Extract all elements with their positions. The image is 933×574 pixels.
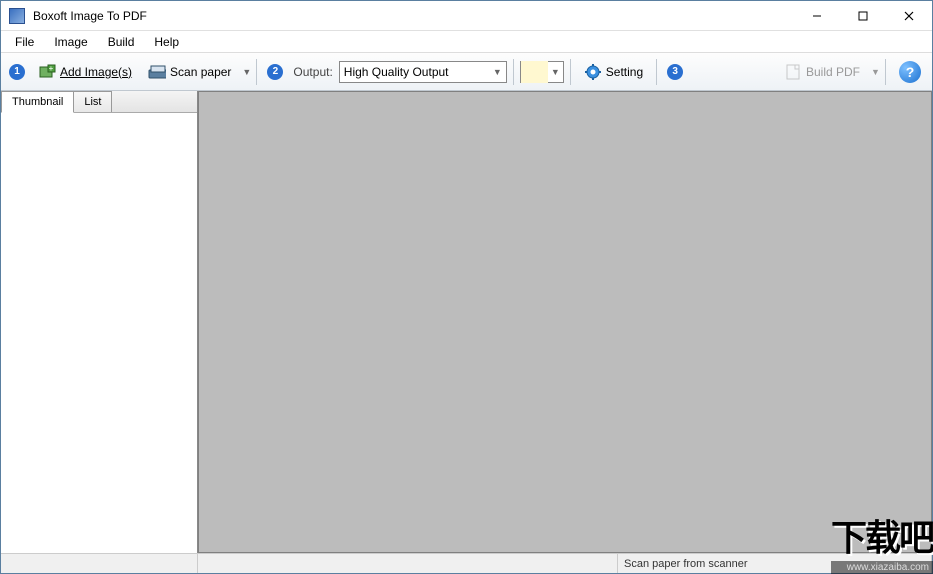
- output-value: High Quality Output: [344, 65, 493, 79]
- step-3-badge: 3: [667, 64, 683, 80]
- tab-strip: Thumbnail List: [1, 91, 197, 113]
- add-images-icon: +: [38, 63, 56, 81]
- gear-icon: [584, 63, 602, 81]
- title-bar: Boxoft Image To PDF: [1, 1, 932, 31]
- menu-image[interactable]: Image: [44, 33, 97, 51]
- window-title: Boxoft Image To PDF: [33, 9, 794, 23]
- svg-text:+: +: [49, 64, 54, 73]
- preview-area: [198, 91, 932, 553]
- scan-paper-button[interactable]: Scan paper: [141, 58, 238, 86]
- scan-paper-label: Scan paper: [170, 65, 231, 79]
- setting-button[interactable]: Setting: [577, 58, 650, 86]
- page-color-picker[interactable]: ▼: [520, 61, 564, 83]
- tab-list[interactable]: List: [73, 91, 112, 112]
- build-pdf-label: Build PDF: [806, 65, 860, 79]
- pdf-icon: [784, 63, 802, 81]
- close-button[interactable]: [886, 1, 932, 31]
- help-button[interactable]: ?: [892, 56, 928, 88]
- step-2-badge: 2: [267, 64, 283, 80]
- minimize-button[interactable]: [794, 1, 840, 31]
- main-area: Thumbnail List: [1, 91, 932, 553]
- status-left: [1, 554, 198, 573]
- left-panel: Thumbnail List: [1, 91, 198, 553]
- menu-build[interactable]: Build: [98, 33, 145, 51]
- status-hint: Scan paper from scanner: [618, 554, 932, 573]
- tab-list-label: List: [84, 96, 101, 108]
- app-icon: [9, 8, 25, 24]
- separator: [256, 59, 257, 85]
- status-mid: [198, 554, 618, 573]
- thumbnail-list[interactable]: [1, 113, 197, 553]
- separator: [885, 59, 886, 85]
- add-images-button[interactable]: + Add Image(s): [31, 58, 139, 86]
- menu-help[interactable]: Help: [144, 33, 189, 51]
- maximize-button[interactable]: [840, 1, 886, 31]
- menu-bar: File Image Build Help: [1, 31, 932, 53]
- tab-thumbnail[interactable]: Thumbnail: [1, 91, 74, 113]
- add-images-label: Add Image(s): [60, 65, 132, 79]
- color-swatch: [521, 61, 548, 83]
- scan-paper-dropdown[interactable]: ▼: [240, 63, 250, 81]
- build-pdf-button[interactable]: Build PDF: [777, 58, 867, 86]
- separator: [656, 59, 657, 85]
- separator: [570, 59, 571, 85]
- help-icon: ?: [899, 61, 921, 83]
- separator: [513, 59, 514, 85]
- build-pdf-dropdown[interactable]: ▼: [869, 63, 879, 81]
- output-label: Output:: [293, 65, 332, 79]
- setting-label: Setting: [606, 65, 643, 79]
- status-bar: Scan paper from scanner: [1, 553, 932, 573]
- tab-thumbnail-label: Thumbnail: [12, 96, 63, 108]
- step-1-badge: 1: [9, 64, 25, 80]
- menu-file[interactable]: File: [5, 33, 44, 51]
- window-controls: [794, 1, 932, 31]
- toolbar: 1 + Add Image(s) Scan paper ▼ 2 Output: …: [1, 53, 932, 91]
- scanner-icon: [148, 63, 166, 81]
- output-select[interactable]: High Quality Output ▼: [339, 61, 507, 83]
